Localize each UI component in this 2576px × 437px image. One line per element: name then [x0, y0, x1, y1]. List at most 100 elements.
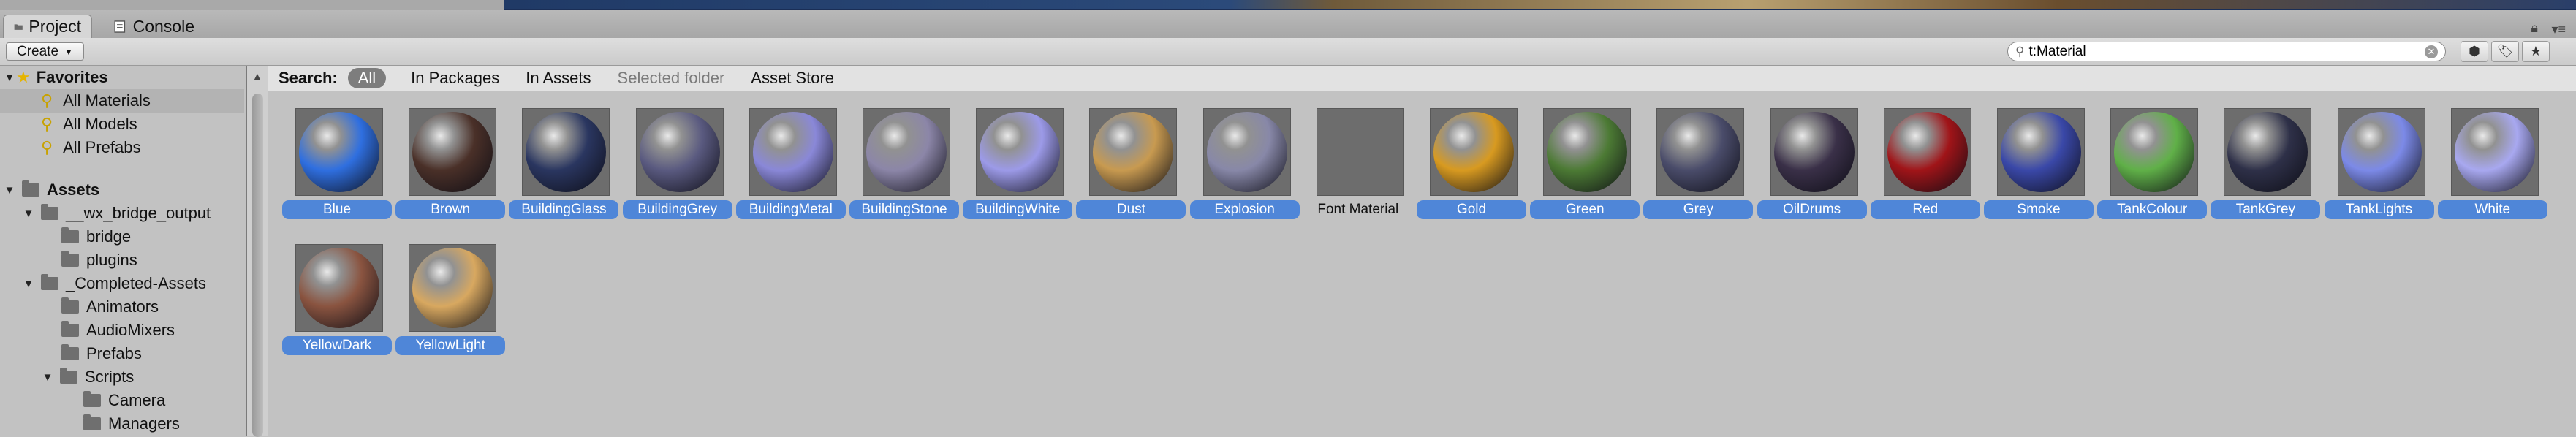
tree-scrollbar[interactable]: ▲: [247, 66, 268, 437]
material-preview: [295, 108, 383, 196]
tab-project[interactable]: Project: [3, 15, 92, 38]
material-preview: [2224, 108, 2312, 196]
clear-search-icon[interactable]: ✕: [2425, 45, 2438, 58]
material-preview: [1656, 108, 1745, 196]
material-label: Red: [1870, 200, 1980, 219]
material-preview: [1089, 108, 1178, 196]
expand-triangle-icon[interactable]: ▼: [3, 72, 16, 84]
material-item[interactable]: BuildingGlass: [509, 108, 620, 225]
scrollbar-thumb[interactable]: [252, 94, 263, 437]
material-item[interactable]: TankGrey: [2211, 108, 2322, 225]
material-item[interactable]: TankColour: [2097, 108, 2208, 225]
save-search-button[interactable]: ★: [2522, 41, 2550, 62]
material-item[interactable]: BuildingStone: [849, 108, 961, 225]
material-label: White: [2437, 200, 2547, 219]
material-item[interactable]: Red: [1870, 108, 1982, 225]
material-preview: [2337, 108, 2425, 196]
scope-all-button[interactable]: All: [347, 68, 387, 88]
lock-icon[interactable]: 🔒︎: [2531, 20, 2538, 36]
search-by-label-button[interactable]: 🏷︎: [2491, 41, 2519, 62]
material-preview: [635, 108, 724, 196]
material-preview: [1202, 108, 1291, 196]
tree-favorites[interactable]: ▼ ★ Favorites: [0, 66, 244, 89]
tree-folder-wx-bridge-output[interactable]: ▼ __wx_bridge_output: [0, 202, 244, 225]
folder-icon: [61, 344, 79, 360]
tab-console-label: Console: [132, 16, 194, 36]
material-preview: [2450, 108, 2539, 196]
tree-assets[interactable]: ▼ Assets: [0, 178, 244, 202]
tree-folder-audiomixers[interactable]: AudioMixers: [0, 319, 244, 342]
material-label: Smoke: [1984, 200, 2094, 219]
material-preview: [1430, 108, 1518, 196]
material-item[interactable]: Smoke: [1984, 108, 2095, 225]
tree-folder-bridge[interactable]: bridge: [0, 225, 244, 248]
folder-icon: [83, 391, 101, 407]
material-label: Explosion: [1189, 200, 1300, 219]
tree-folder-camera[interactable]: Camera: [0, 389, 244, 412]
material-item[interactable]: Explosion: [1189, 108, 1301, 225]
material-preview: [1770, 108, 1858, 196]
material-sphere: [639, 112, 720, 192]
scope-in-assets-button[interactable]: In Assets: [526, 69, 591, 88]
folder-icon: [22, 180, 39, 197]
favorites-label: Favorites: [36, 68, 108, 86]
material-sphere: [412, 248, 493, 328]
material-item[interactable]: Grey: [1643, 108, 1754, 225]
material-item[interactable]: Blue: [282, 108, 393, 225]
material-item[interactable]: Gold: [1417, 108, 1528, 225]
tab-console[interactable]: Console: [102, 15, 205, 38]
create-button[interactable]: Create ▼: [6, 42, 84, 61]
favorite-label: All Prefabs: [63, 138, 141, 156]
material-item[interactable]: Brown: [395, 108, 507, 225]
favorite-label: All Models: [63, 115, 137, 133]
folder-icon: [61, 321, 79, 337]
panel-menu-icon[interactable]: ▾≡: [2551, 22, 2566, 37]
material-item[interactable]: Dust: [1076, 108, 1187, 225]
tree-folder-prefabs[interactable]: Prefabs: [0, 342, 244, 365]
material-item[interactable]: White: [2437, 108, 2549, 225]
search-icon: ⚲: [41, 91, 53, 110]
tree-folder-scripts[interactable]: ▼ Scripts: [0, 365, 244, 389]
favorite-item-all-prefabs[interactable]: ⚲ All Prefabs: [0, 136, 244, 159]
material-label: Gold: [1417, 200, 1526, 219]
material-item[interactable]: BuildingWhite: [963, 108, 1074, 225]
material-item[interactable]: YellowLight: [395, 244, 507, 361]
material-preview: [1543, 108, 1632, 196]
expand-triangle-icon[interactable]: ▼: [22, 208, 35, 220]
search-by-type-button[interactable]: ⬢: [2461, 41, 2488, 62]
material-item[interactable]: OilDrums: [1757, 108, 1868, 225]
tree-folder-plugins[interactable]: plugins: [0, 248, 244, 272]
search-icon: ⚲: [41, 138, 53, 156]
expand-triangle-icon[interactable]: ▼: [41, 371, 54, 384]
search-input[interactable]: [2028, 43, 2425, 60]
scope-selected-folder-button[interactable]: Selected folder: [618, 69, 725, 88]
search-scope-bar: Search: All In Packages In Assets Select…: [268, 66, 2576, 91]
scroll-up-arrow-icon[interactable]: ▲: [252, 70, 262, 82]
material-sphere: [2001, 112, 2081, 192]
material-sphere: [526, 112, 607, 192]
material-label: Brown: [395, 200, 506, 219]
folder-icon: [60, 368, 77, 384]
material-sphere: [980, 112, 1061, 192]
material-sphere: [2341, 112, 2422, 192]
material-sphere: [299, 112, 379, 192]
material-item[interactable]: TankLights: [2324, 108, 2436, 225]
search-field[interactable]: ⚲ ✕: [2007, 42, 2446, 61]
material-item[interactable]: BuildingMetal: [735, 108, 847, 225]
expand-triangle-icon[interactable]: ▼: [22, 278, 35, 290]
expand-triangle-icon[interactable]: ▼: [3, 184, 16, 197]
tree-folder-managers[interactable]: Managers: [0, 412, 244, 436]
material-item[interactable]: BuildingGrey: [622, 108, 734, 225]
scope-in-packages-button[interactable]: In Packages: [411, 69, 499, 88]
material-item[interactable]: Green: [1530, 108, 1641, 225]
favorite-item-all-models[interactable]: ⚲ All Models: [0, 113, 244, 136]
material-preview: [1316, 108, 1404, 196]
favorite-item-all-materials[interactable]: ⚲ All Materials: [0, 89, 244, 113]
scope-asset-store-button[interactable]: Asset Store: [751, 69, 834, 88]
search-icon: ⚲: [41, 115, 53, 133]
material-item[interactable]: Font Material: [1303, 108, 1414, 225]
material-item[interactable]: YellowDark: [282, 244, 393, 361]
tree-folder-animators[interactable]: Animators: [0, 295, 244, 319]
folder-icon: [41, 274, 58, 290]
tree-folder-completed-assets[interactable]: ▼ _Completed-Assets: [0, 272, 244, 295]
